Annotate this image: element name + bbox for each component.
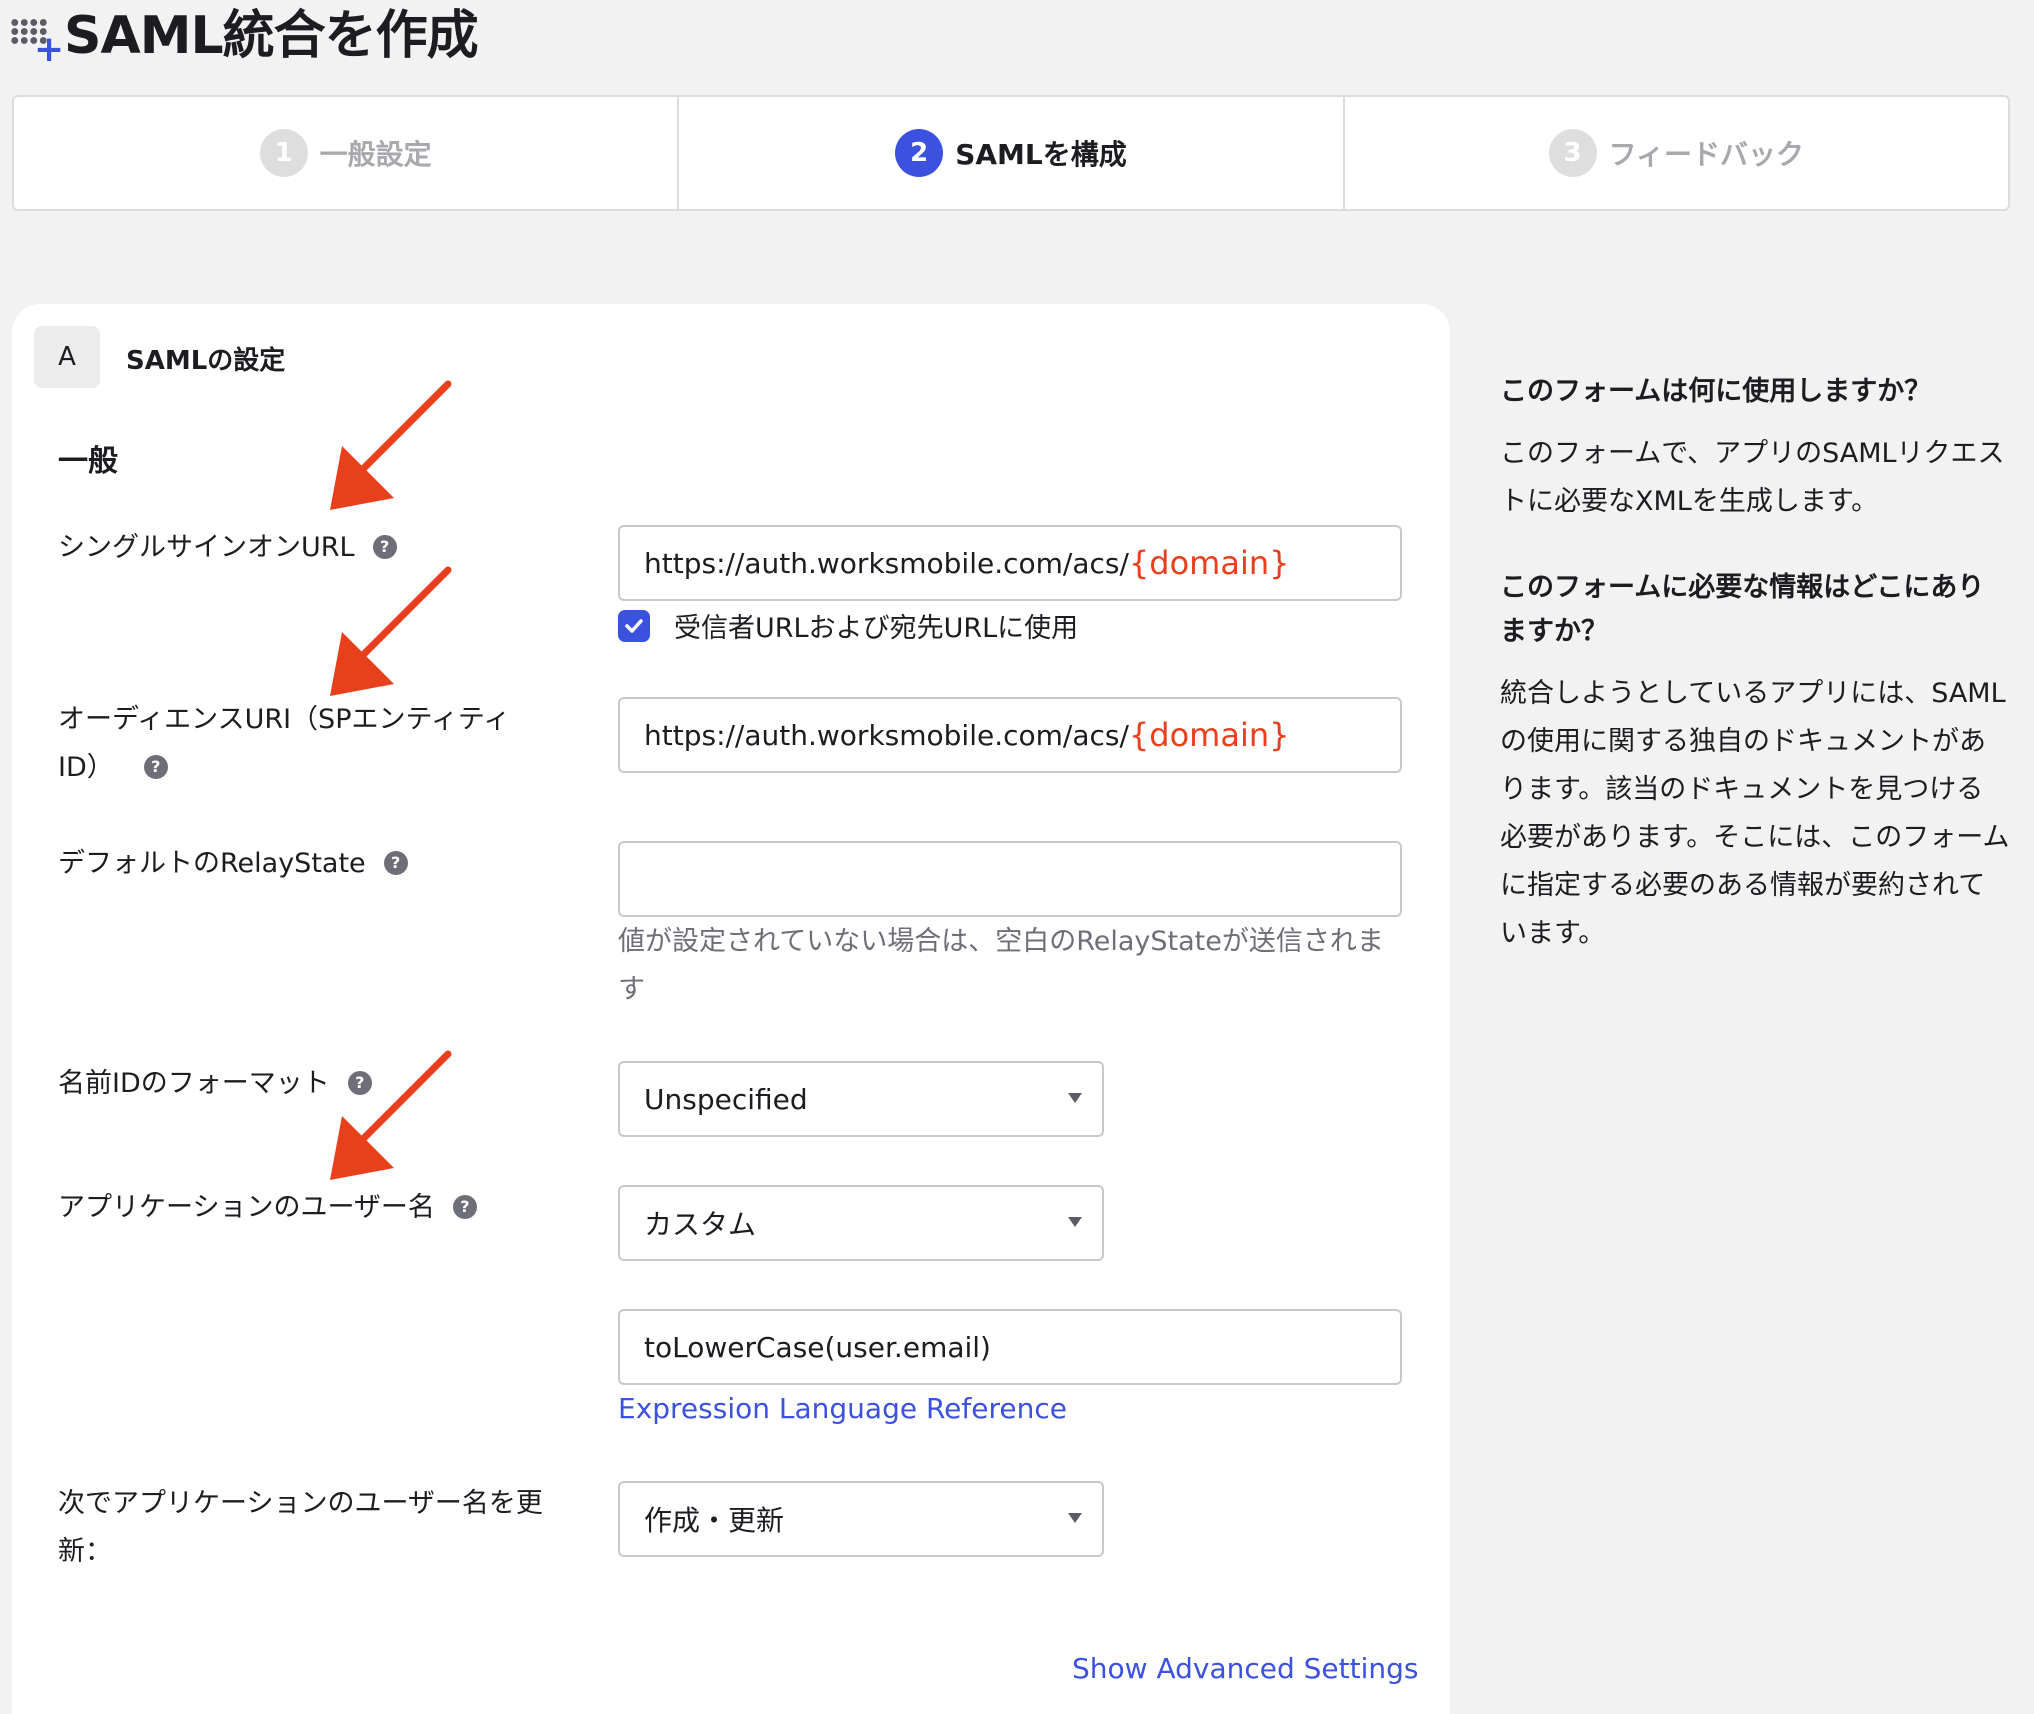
update-username-label-line2: 新： (58, 1536, 112, 1567)
update-username-label-line1: 次でアプリケーションのユーザー名を更 (58, 1488, 543, 1519)
check-icon (625, 618, 643, 633)
section-title: SAMLの設定 (126, 346, 286, 376)
audience-uri-value: https://auth.worksmobile.com/acs/ (644, 718, 1129, 752)
sso-url-value: https://auth.worksmobile.com/acs/ (644, 546, 1129, 580)
help-answer-1: このフォームで、アプリのSAMLリクエストに必要なXMLを生成します。 (1500, 438, 2005, 517)
domain-token: {domain} (1128, 544, 1290, 582)
expression-language-reference-link[interactable]: Expression Language Reference (618, 1392, 1067, 1425)
caret-down-icon (1068, 1513, 1082, 1523)
page-header: + SAML統合を作成 (8, 0, 479, 68)
sso-url-label-text: シングルサインオンURL (58, 532, 355, 563)
saml-settings-card: A SAMLの設定 一般 シングルサインオンURL? https://auth.… (12, 304, 1450, 1714)
red-arrow-icon (330, 1050, 452, 1180)
page-title: SAML統合を作成 (64, 5, 479, 66)
show-advanced-settings-link[interactable]: Show Advanced Settings (1072, 1652, 1419, 1685)
relay-state-hint: 値が設定されていない場合は、空白のRelayStateが送信されます (618, 926, 1384, 1005)
relay-state-label-text: デフォルトのRelayState (58, 848, 366, 879)
sso-url-input[interactable]: https://auth.worksmobile.com/acs/{domain… (618, 525, 1402, 601)
username-expression-value: toLowerCase(user.email) (644, 1330, 991, 1364)
caret-down-icon (1068, 1217, 1082, 1227)
audience-uri-label: オーディエンスURI（SPエンティティ ID）? (58, 696, 578, 792)
app-username-value: カスタム (644, 1208, 757, 1241)
audience-uri-label-line2: ID） (58, 752, 114, 783)
step-indicator: 1 一般設定 2 SAMLを構成 3 フィードバック (12, 95, 2010, 211)
help-sidebar: このフォームは何に使用しますか？ このフォームで、アプリのSAMLリクエストに必… (1500, 370, 2010, 958)
app-username-label-text: アプリケーションのユーザー名 (58, 1192, 435, 1223)
update-username-label: 次でアプリケーションのユーザー名を更 新： (58, 1480, 578, 1576)
sso-url-label: シングルサインオンURL? (58, 524, 578, 572)
audience-uri-label-line1: オーディエンスURI（SPエンティティ (58, 704, 511, 735)
step-general[interactable]: 1 一般設定 (14, 97, 680, 209)
step-number: 3 (1548, 129, 1597, 177)
caret-down-icon (1068, 1093, 1082, 1103)
name-id-format-select[interactable]: Unspecified (618, 1061, 1104, 1137)
section-badge: A (34, 326, 100, 388)
question-circle-icon[interactable]: ? (372, 534, 397, 559)
app-username-label: アプリケーションのユーザー名? (58, 1184, 578, 1232)
name-id-format-label: 名前IDのフォーマット? (58, 1060, 578, 1108)
name-id-format-label-text: 名前IDのフォーマット (58, 1068, 330, 1099)
red-arrow-icon (330, 566, 452, 696)
domain-token: {domain} (1128, 716, 1290, 754)
group-title: 一般 (58, 444, 118, 479)
relay-state-input[interactable] (618, 841, 1402, 917)
step-label: 一般設定 (319, 138, 432, 171)
step-label: SAMLを構成 (955, 138, 1127, 171)
update-username-value: 作成・更新 (644, 1504, 785, 1537)
help-question-1: このフォームは何に使用しますか？ (1500, 376, 1932, 407)
step-label: フィードバック (1608, 138, 1805, 171)
update-username-select[interactable]: 作成・更新 (618, 1481, 1104, 1557)
recipient-url-checkbox-label: 受信者URLおよび宛先URLに使用 (674, 613, 1079, 644)
step-number: 1 (259, 129, 308, 177)
help-question-2: このフォームに必要な情報はどこにありますか？ (1500, 572, 1985, 647)
grid-plus-icon: + (8, 4, 64, 68)
name-id-format-value: Unspecified (644, 1082, 808, 1116)
question-circle-icon[interactable]: ? (143, 754, 168, 779)
recipient-url-checkbox[interactable] (618, 609, 650, 642)
username-expression-input[interactable]: toLowerCase(user.email) (618, 1309, 1402, 1385)
question-circle-icon[interactable]: ? (452, 1194, 477, 1219)
app-username-select[interactable]: カスタム (618, 1185, 1104, 1261)
red-arrow-icon (330, 380, 452, 510)
step-number: 2 (895, 129, 944, 177)
audience-uri-input[interactable]: https://auth.worksmobile.com/acs/{domain… (618, 697, 1402, 773)
recipient-url-checkbox-row[interactable]: 受信者URLおよび宛先URLに使用 (618, 606, 1078, 645)
question-circle-icon[interactable]: ? (383, 850, 408, 875)
relay-state-label: デフォルトのRelayState? (58, 840, 578, 888)
step-feedback[interactable]: 3 フィードバック (1345, 97, 2008, 209)
help-answer-2: 統合しようとしているアプリには、SAMLの使用に関する独自のドキュメントがありま… (1500, 678, 2010, 949)
step-configure-saml[interactable]: 2 SAMLを構成 (679, 97, 1345, 209)
